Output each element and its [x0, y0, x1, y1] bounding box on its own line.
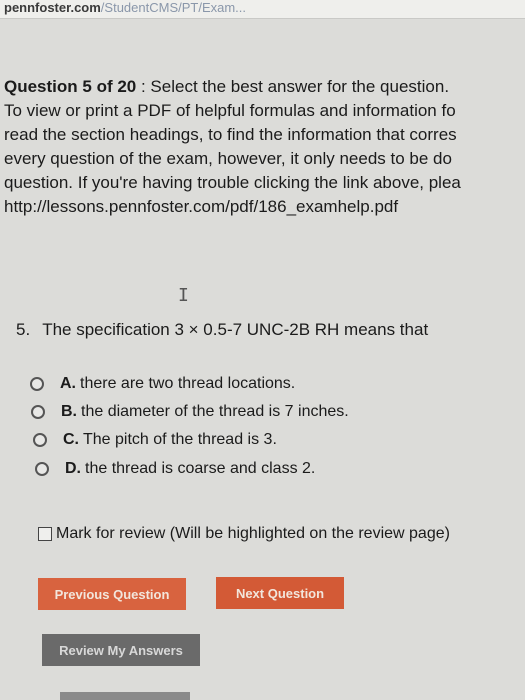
- option-text: the thread is coarse and class 2.: [85, 460, 316, 477]
- cut-off-button[interactable]: [60, 692, 190, 700]
- question-body: The specification 3 × 0.5-7 UNC-2B RH me…: [42, 320, 429, 339]
- option-letter: C.: [63, 431, 79, 448]
- instructions-line-1-text: : Select the best answer for the questio…: [136, 77, 450, 96]
- instructions: Question 5 of 20 : Select the best answe…: [4, 75, 525, 219]
- instructions-line-3: read the section headings, to find the i…: [4, 125, 457, 144]
- mark-for-review-label: Mark for review (Will be highlighted on …: [56, 525, 450, 542]
- url-text[interactable]: pennfoster.com/StudentCMS/PT/Exam...: [4, 0, 246, 15]
- option-b[interactable]: B. the diameter of the thread is 7 inche…: [31, 400, 349, 424]
- option-letter: A.: [60, 375, 76, 392]
- exam-help-link[interactable]: http://lessons.pennfoster.com/pdf/186_ex…: [4, 195, 525, 219]
- radio-icon[interactable]: [31, 405, 45, 419]
- option-text: The pitch of the thread is 3.: [83, 431, 277, 448]
- instructions-line-2: To view or print a PDF of helpful formul…: [4, 101, 456, 120]
- instructions-line-4: every question of the exam, however, it …: [4, 149, 452, 168]
- option-letter: D.: [65, 460, 81, 477]
- review-answers-button[interactable]: Review My Answers: [42, 634, 200, 666]
- option-text: there are two thread locations.: [80, 375, 296, 392]
- question-counter: Question 5 of 20: [4, 77, 137, 96]
- option-text: the diameter of the thread is 7 inches.: [81, 403, 349, 420]
- text-cursor-icon: I: [178, 285, 189, 306]
- question-text: 5. The specification 3 × 0.5-7 UNC-2B RH …: [16, 320, 428, 340]
- mark-for-review[interactable]: Mark for review (Will be highlighted on …: [38, 525, 450, 543]
- option-d[interactable]: D. the thread is coarse and class 2.: [35, 457, 315, 481]
- radio-icon[interactable]: [35, 462, 49, 476]
- question-number: 5.: [16, 320, 31, 339]
- instructions-line-1: Question 5 of 20 : Select the best answe…: [4, 75, 525, 99]
- url-host: pennfoster.com: [4, 0, 101, 15]
- radio-icon[interactable]: [33, 433, 47, 447]
- option-c[interactable]: C. The pitch of the thread is 3.: [33, 428, 277, 452]
- previous-question-button[interactable]: Previous Question: [38, 578, 186, 610]
- next-question-button[interactable]: Next Question: [216, 577, 344, 609]
- option-letter: B.: [61, 403, 77, 420]
- radio-icon[interactable]: [30, 377, 44, 391]
- checkbox-icon[interactable]: [38, 527, 52, 541]
- address-bar[interactable]: pennfoster.com/StudentCMS/PT/Exam...: [0, 0, 525, 19]
- url-path: /StudentCMS/PT/Exam...: [100, 0, 247, 15]
- option-a[interactable]: A. there are two thread locations.: [30, 372, 295, 396]
- instructions-line-5: question. If you're having trouble click…: [4, 173, 461, 192]
